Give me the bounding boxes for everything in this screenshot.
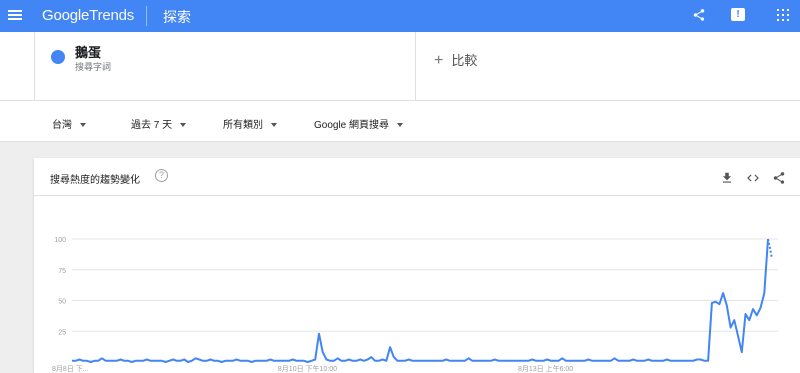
y-tick-label: 25 [58, 329, 66, 336]
x-tick-label: 8月8日 下... [52, 365, 89, 373]
term-name[interactable]: 鵝蛋 [75, 42, 101, 61]
menu-icon[interactable] [8, 8, 22, 22]
dropdown-caret-icon [271, 123, 277, 128]
filter-time[interactable]: 過去 7 天 [131, 116, 187, 131]
interest-over-time-chart[interactable]: 100 75 50 25 8月8日 下... 8月10日 下午10:00 8月13日 上午6… [34, 158, 800, 373]
dropdown-caret-icon [80, 123, 86, 128]
dropdown-caret-icon [397, 123, 404, 128]
x-tick-label: 8月10日 下午10:00 [278, 364, 337, 373]
y-tick-label: 75 [58, 268, 66, 275]
filter-category[interactable]: 所有類別 [223, 116, 277, 131]
explore-title[interactable]: 探索 [163, 7, 191, 27]
term-color-dot [51, 50, 65, 64]
y-tick-label: 50 [58, 299, 66, 306]
filter-region[interactable]: 台灣 [52, 116, 86, 131]
compare-button[interactable]: + 比較 [434, 50, 477, 70]
term-type: 搜尋字詞 [75, 62, 112, 72]
filter-region-label: 台灣 [52, 120, 72, 131]
feedback-icon[interactable]: ! [731, 8, 745, 21]
share-icon[interactable] [690, 6, 708, 24]
filter-search-type-label: Google 網頁搜尋 [314, 120, 390, 131]
top-app-bar: GoogleTrends 探索 ! [0, 0, 800, 32]
header-divider [146, 6, 147, 26]
apps-icon[interactable] [777, 9, 789, 21]
plus-icon: + [434, 52, 444, 69]
logo-trends-text: Trends [89, 7, 135, 24]
compare-label: 比較 [451, 53, 478, 68]
interest-over-time-card: 搜尋熱度的趨勢變化 ? 100 75 50 25 8月8日 下... 8月10日 下午10… [34, 158, 800, 373]
filter-time-label: 過去 7 天 [131, 120, 173, 131]
google-trends-logo[interactable]: GoogleTrends [42, 7, 134, 24]
y-tick-label: 100 [54, 237, 66, 244]
search-term-card[interactable]: 鵝蛋 搜尋字詞 [34, 32, 416, 100]
filter-category-label: 所有類別 [223, 120, 263, 131]
x-tick-label: 8月13日 上午6:00 [518, 364, 573, 373]
dropdown-caret-icon [180, 123, 187, 128]
logo-google-text: Google [42, 7, 90, 24]
filter-bar: 台灣 過去 7 天 所有類別 Google 網頁搜尋 [0, 100, 800, 142]
filter-search-type[interactable]: Google 網頁搜尋 [314, 116, 404, 131]
